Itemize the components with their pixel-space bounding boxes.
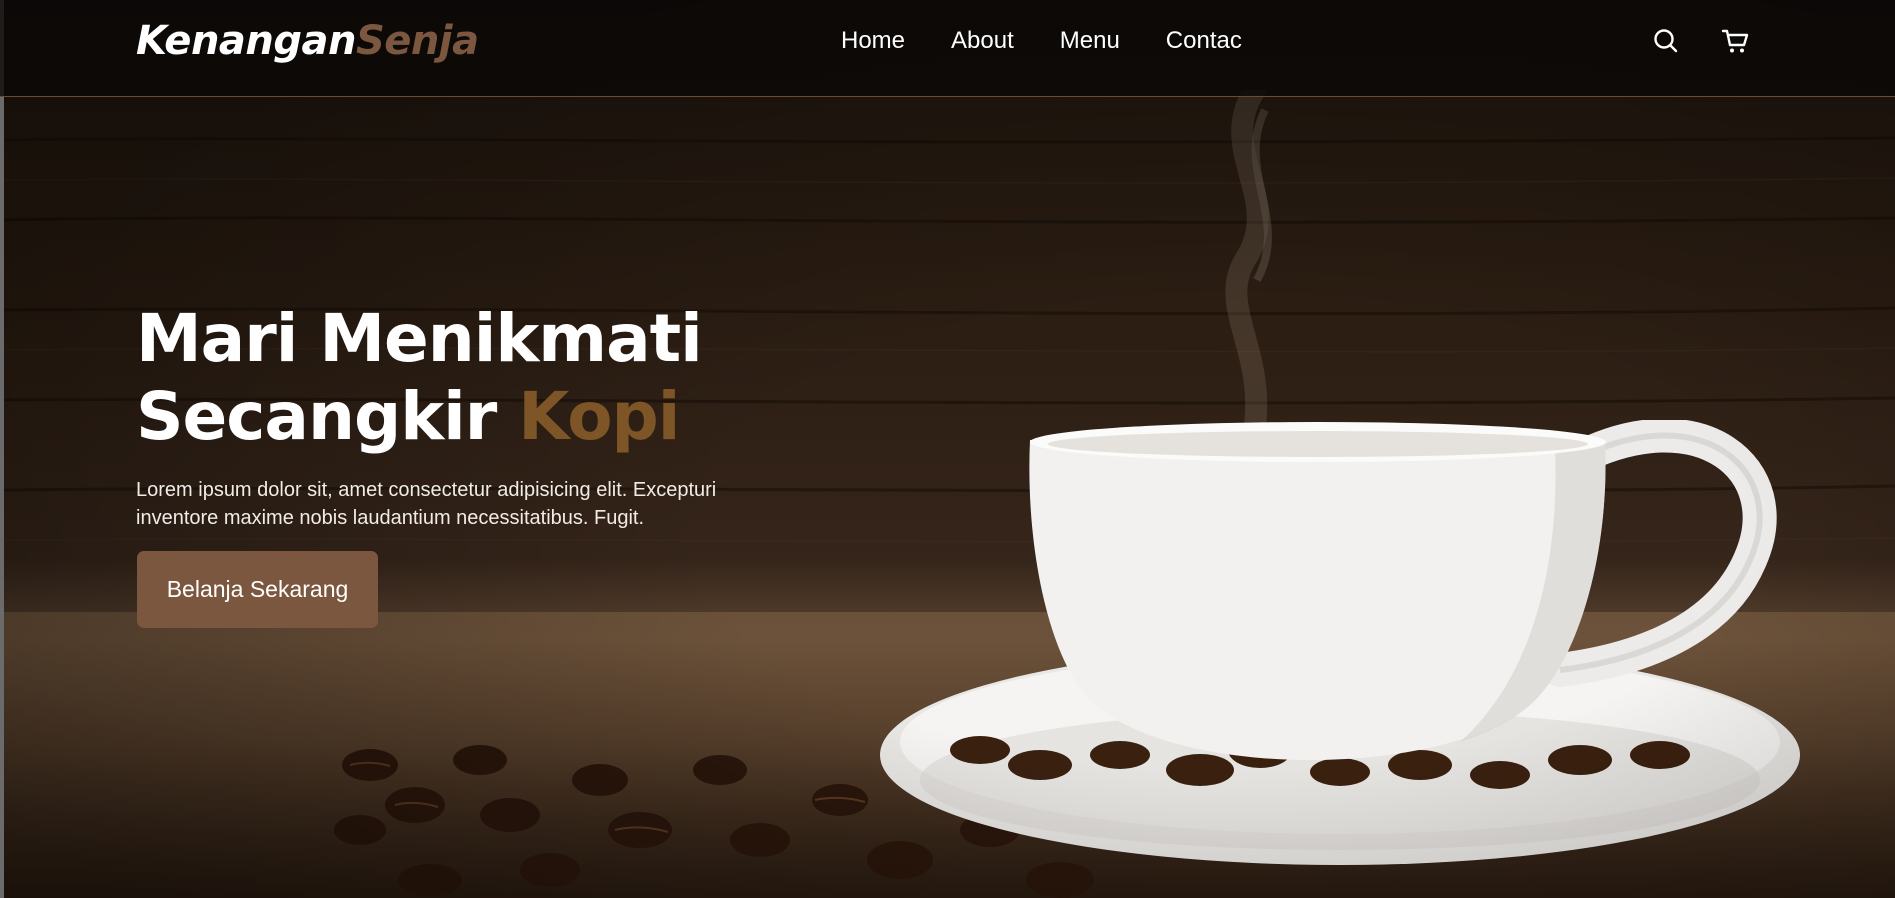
brand-logo[interactable]: KenanganSenja	[136, 18, 479, 64]
navbar: KenanganSenja Home About Menu Contac	[0, 0, 1895, 97]
shop-now-button[interactable]: Belanja Sekarang	[137, 551, 378, 628]
brand-name-accent: Senja	[355, 18, 479, 64]
search-icon[interactable]	[1651, 26, 1681, 56]
nav-link-menu[interactable]: Menu	[1060, 27, 1120, 55]
nav-link-about[interactable]: About	[951, 27, 1014, 55]
hero-title: Mari Menikmati Secangkir Kopi	[136, 300, 703, 456]
hero-title-line1: Mari Menikmati	[136, 300, 703, 377]
hero-title-line2: Secangkir	[136, 378, 519, 455]
nav-links: Home About Menu Contac	[841, 27, 1242, 55]
nav-link-contact[interactable]: Contac	[1166, 27, 1242, 55]
cart-icon[interactable]	[1720, 26, 1750, 56]
window-edge	[0, 0, 4, 898]
hero-title-accent: Kopi	[518, 378, 680, 455]
hero-description: Lorem ipsum dolor sit, amet consectetur …	[136, 479, 717, 529]
brand-name-primary: Kenangan	[136, 18, 356, 64]
nav-link-home[interactable]: Home	[841, 27, 905, 55]
